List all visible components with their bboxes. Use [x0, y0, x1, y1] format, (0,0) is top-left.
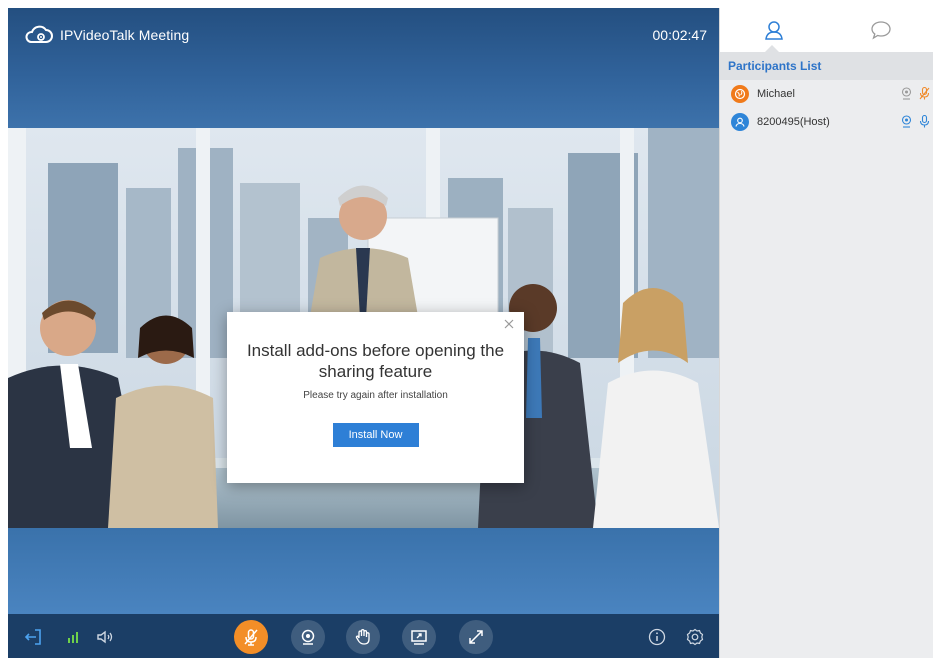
globe-icon: [734, 88, 746, 100]
share-screen-button[interactable]: [402, 620, 436, 654]
dialog-message: Please try again after installation: [303, 390, 448, 401]
sidebar-tabs: [720, 8, 933, 52]
mute-microphone-icon: [244, 629, 258, 646]
fullscreen-icon: [469, 630, 483, 644]
cloud-camera-icon: [25, 25, 53, 43]
user-icon: [735, 117, 745, 127]
meeting-timer: 00:02:47: [652, 27, 708, 43]
raise-hand-button[interactable]: [346, 620, 380, 654]
participant-name: Michael: [757, 88, 795, 100]
share-screen-icon: [411, 630, 427, 645]
participant-media-status: [900, 86, 931, 101]
exit-button[interactable]: [16, 620, 50, 654]
raise-hand-icon: [355, 628, 370, 645]
camera-icon: [301, 629, 315, 645]
signal-icon: [68, 632, 78, 643]
video-top-band: IPVideoTalk Meeting 00:02:47: [8, 8, 719, 128]
avatar: [731, 113, 749, 131]
participant-row[interactable]: Michael: [720, 80, 933, 108]
meeting-toolbar: [8, 614, 719, 658]
settings-icon: [686, 628, 704, 646]
info-icon: [648, 628, 666, 646]
speaker-icon: [97, 630, 113, 644]
video-bottom-band: [8, 528, 719, 614]
right-sidebar: Participants List Michael 8200495(Host): [719, 8, 933, 658]
info-button[interactable]: [640, 620, 674, 654]
participant-media-status: [900, 114, 931, 129]
mute-button[interactable]: [234, 620, 268, 654]
camera-status-icon: [901, 115, 912, 128]
app-brand: IPVideoTalk Meeting: [24, 24, 189, 46]
settings-button[interactable]: [678, 620, 712, 654]
exit-icon: [24, 629, 41, 645]
participants-list-title: Participants List: [720, 52, 933, 80]
speaker-button[interactable]: [88, 620, 122, 654]
app-title: IPVideoTalk Meeting: [60, 27, 190, 43]
dialog-title: Install add-ons before opening the shari…: [246, 341, 505, 381]
participant-row[interactable]: 8200495(Host): [720, 108, 933, 136]
signal-indicator: [56, 620, 90, 654]
tab-chat[interactable]: [827, 8, 933, 52]
tab-participants[interactable]: [720, 8, 827, 52]
install-addons-dialog: Install add-ons before opening the shari…: [227, 312, 524, 483]
camera-status-icon: [901, 87, 912, 100]
participant-name: 8200495(Host): [757, 116, 830, 128]
close-icon[interactable]: [502, 317, 516, 331]
camera-button[interactable]: [291, 620, 325, 654]
microphone-muted-icon: [919, 86, 930, 100]
chat-icon: [870, 21, 891, 40]
participants-icon: [764, 21, 783, 40]
microphone-icon: [919, 114, 930, 128]
install-now-button[interactable]: Install Now: [332, 423, 419, 447]
fullscreen-button[interactable]: [459, 620, 493, 654]
avatar: [731, 85, 749, 103]
